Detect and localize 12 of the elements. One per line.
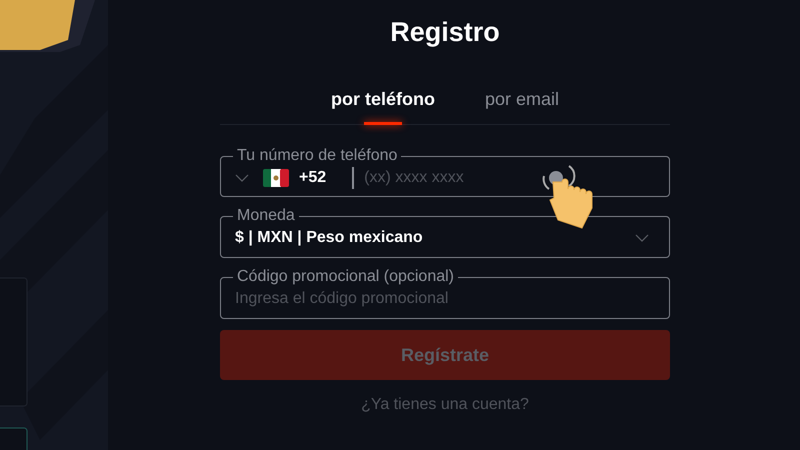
promo-code-field[interactable]: Código promocional (opcional) Ingresa el código promocional (220, 270, 670, 319)
field-label: Moneda (236, 209, 296, 223)
page-title: Registro (390, 16, 500, 48)
currency-value: $ | MXN | Peso mexicano (235, 229, 424, 247)
field-label: Tu número de teléfono (236, 149, 398, 163)
country-code[interactable]: +52 (299, 169, 326, 187)
tab[interactable]: por teléfono (330, 89, 435, 124)
phone-field[interactable]: Tu número de teléfono +52 (xx) xxxx xxxx (220, 149, 670, 197)
field-label: Código promocional (opcional) (236, 270, 456, 284)
phone-input[interactable]: (xx) xxxx xxxx (364, 169, 655, 187)
tab[interactable]: por email (484, 89, 560, 124)
promo-code-input[interactable]: Ingresa el código promocional (235, 290, 655, 308)
